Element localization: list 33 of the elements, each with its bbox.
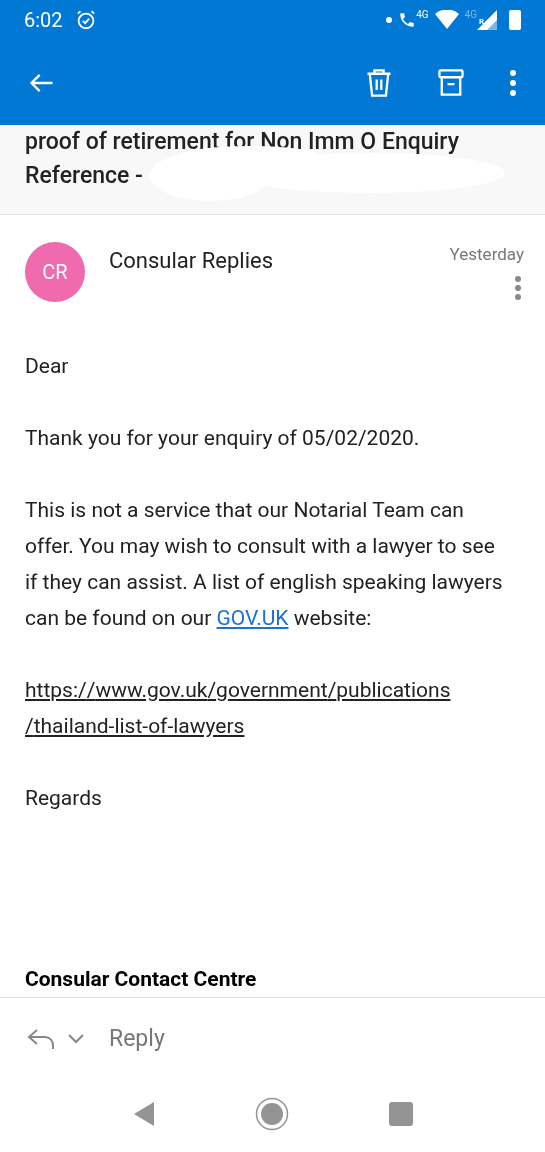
delete-button[interactable] xyxy=(365,67,393,98)
nav-home-icon[interactable] xyxy=(254,1097,289,1131)
more-options-button[interactable] xyxy=(509,68,517,97)
more-vertical-icon xyxy=(515,275,521,300)
message-options-button[interactable] xyxy=(515,275,521,300)
body-text: Thank you for your enquiry of 05/02/2020. xyxy=(25,425,421,452)
url-link[interactable]: https://www.gov.uk/government/publications/thailand-list-of-lawyers xyxy=(25,672,515,744)
signal-icon xyxy=(477,10,497,30)
archive-icon xyxy=(437,67,465,98)
link[interactable]: GOV.UK xyxy=(216,606,289,630)
roaming-label: R xyxy=(479,18,485,26)
reply-icon xyxy=(27,1027,57,1051)
reply-button[interactable]: Reply xyxy=(109,1021,165,1057)
network-label: 4G xyxy=(416,10,429,20)
nav-recents-icon[interactable] xyxy=(388,1102,413,1126)
subject-line: Reference - xyxy=(25,161,143,191)
nav-back-icon[interactable] xyxy=(132,1101,155,1127)
network-label: 4G xyxy=(464,10,477,20)
trash-icon xyxy=(365,67,393,98)
archive-button[interactable] xyxy=(437,67,465,98)
message-date: Yesterday xyxy=(449,243,524,266)
body-paragraph: This is not a service that our Notarial Team can offer. You may wish to consult with a lawyer to see if they can assist. A list of english speaking lawyers can be found on our GOV.UK website: xyxy=(25,497,504,632)
battery-icon xyxy=(509,10,521,30)
chevron-down-icon xyxy=(67,1033,85,1045)
signature-text: Consular Contact Centre xyxy=(25,966,258,993)
avatar-initials: CR xyxy=(42,259,68,286)
sender-name: Consular Replies xyxy=(109,247,274,275)
clock-time: 6:02 xyxy=(24,7,63,34)
more-vertical-icon xyxy=(509,68,517,97)
body-text: Regards xyxy=(25,785,103,812)
body-text: Dear xyxy=(25,353,70,380)
wifi-icon xyxy=(434,10,459,30)
phone-icon xyxy=(398,10,417,30)
